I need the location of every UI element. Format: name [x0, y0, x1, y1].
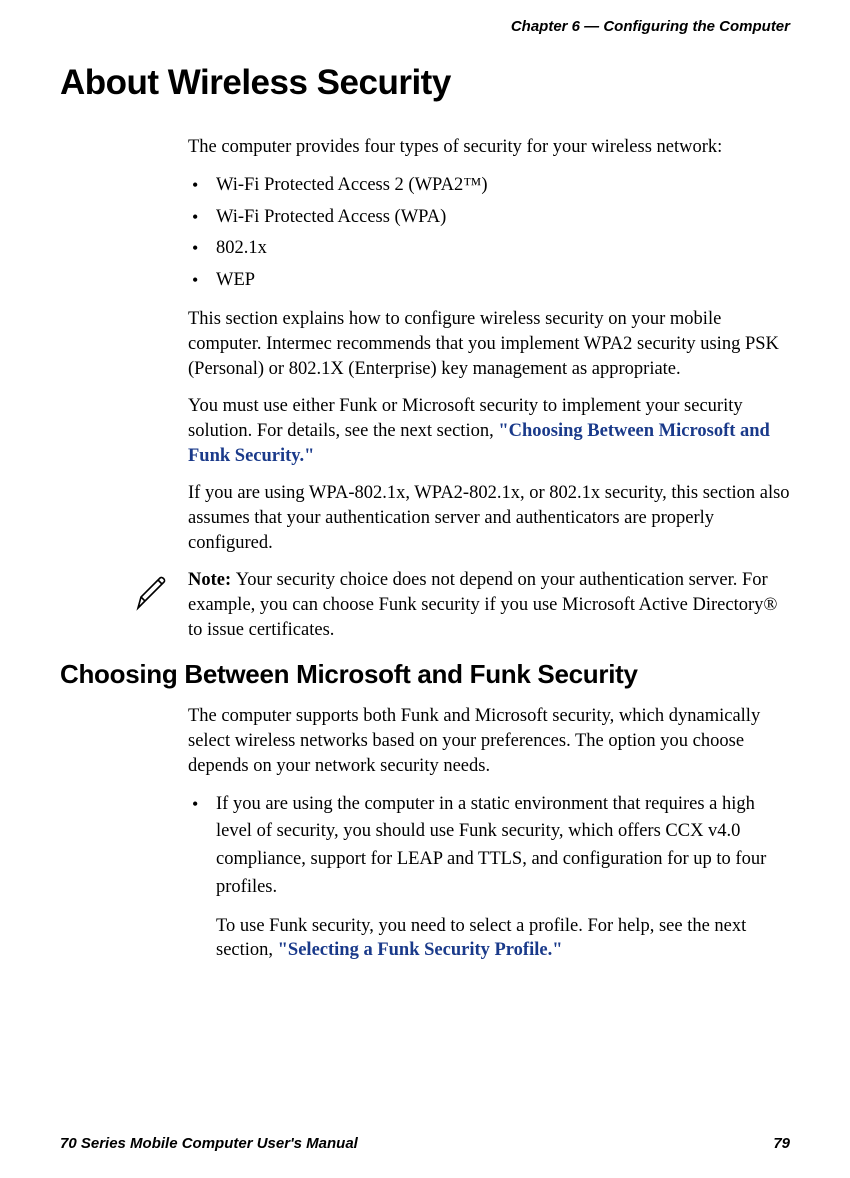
note-text: Note: Your security choice does not depe… — [188, 568, 790, 643]
section2-content: The computer supports both Funk and Micr… — [188, 704, 790, 964]
section-heading-about-wireless-security: About Wireless Security — [60, 63, 790, 103]
note-block: Note: Your security choice does not depe… — [130, 568, 790, 643]
explain-paragraph: This section explains how to configure w… — [188, 307, 790, 382]
intro-paragraph: The computer provides four types of secu… — [188, 135, 790, 160]
page-footer: 70 Series Mobile Computer User's Manual … — [60, 1135, 790, 1152]
list-item: Wi-Fi Protected Access 2 (WPA2™) — [188, 172, 790, 200]
chapter-header: Chapter 6 — Configuring the Computer — [60, 18, 790, 35]
pencil-icon — [130, 572, 174, 621]
list-item: If you are using the computer in a stati… — [188, 791, 790, 902]
section1-content: The computer provides four types of secu… — [188, 135, 790, 556]
link-selecting-funk-profile[interactable]: "Selecting a Funk Security Profile." — [278, 940, 563, 960]
security-types-list: Wi-Fi Protected Access 2 (WPA2™) Wi-Fi P… — [188, 172, 790, 295]
note-label: Note: — [188, 570, 236, 590]
funk-microsoft-paragraph: You must use either Funk or Microsoft se… — [188, 394, 790, 469]
assumption-paragraph: If you are using WPA-802.1x, WPA2-802.1x… — [188, 481, 790, 556]
note-body: Your security choice does not depend on … — [188, 570, 777, 640]
list-item: Wi-Fi Protected Access (WPA) — [188, 204, 790, 232]
section2-list: If you are using the computer in a stati… — [188, 791, 790, 902]
list-item: 802.1x — [188, 235, 790, 263]
manual-title: 70 Series Mobile Computer User's Manual — [60, 1135, 358, 1152]
page-number: 79 — [773, 1135, 790, 1152]
list-item: WEP — [188, 267, 790, 295]
section-heading-choosing-security: Choosing Between Microsoft and Funk Secu… — [60, 659, 790, 690]
section2-intro: The computer supports both Funk and Micr… — [188, 704, 790, 779]
funk-profile-paragraph: To use Funk security, you need to select… — [216, 914, 790, 964]
